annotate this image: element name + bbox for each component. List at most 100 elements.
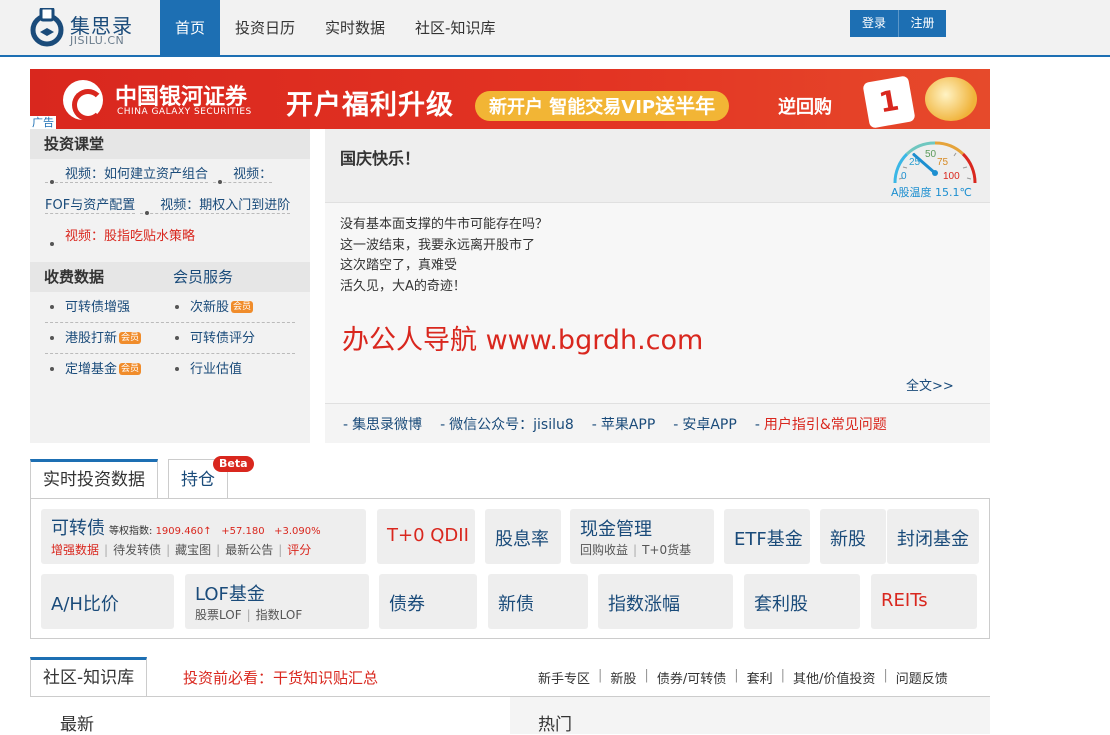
treasure-map-link[interactable]: 藏宝图: [175, 543, 211, 557]
sep: |: [780, 668, 785, 683]
ad-banner[interactable]: 中国银河证券 CHINA GALAXY SECURITIES 开户福利升级 新开…: [30, 69, 990, 129]
tab-realtime-data[interactable]: 实时投资数据: [30, 459, 158, 499]
tile-arbitrage[interactable]: 套利股: [744, 574, 860, 629]
convertible-links: 增强数据 | 待发转债 | 藏宝图 | 最新公告 | 评分: [51, 541, 311, 558]
category-link[interactable]: 其他/价值投资: [793, 668, 875, 687]
sep: |: [598, 668, 603, 683]
paid-item[interactable]: 定增基金 会员: [45, 354, 170, 385]
top-nav-bar: 集思录 JISILU.CN 首页 投资日历 实时数据 社区-知识库 登录 注册: [0, 0, 1110, 57]
tile-new-bonds[interactable]: 新债: [488, 574, 588, 629]
latest-title: 最新: [60, 715, 94, 735]
course-item[interactable]: 视频：如何建立资产组合: [45, 167, 209, 183]
member-service-link[interactable]: 会员服务: [173, 262, 233, 292]
realtime-data-panel: 可转债 等权指数: 1909.460↑ +57.180 +3.090% 增强数据 |…: [30, 498, 990, 639]
tile-label: LOF基金: [195, 584, 265, 605]
banner-brand-en: CHINA GALAXY SECURITIES: [117, 107, 252, 117]
banner-offer-text: 新开户 智能交易VIP: [489, 97, 656, 118]
course-item[interactable]: 视频：股指吃贴水策略: [45, 229, 195, 244]
wechat-link[interactable]: - 微信公众号：jisilu8: [440, 414, 574, 434]
convertible-bond-tile[interactable]: 可转债 等权指数: 1909.460↑ +57.180 +3.090% 增强数据 |…: [41, 509, 366, 564]
galaxy-logo-icon: [63, 80, 104, 121]
latest-column: 最新: [30, 697, 510, 735]
repo-yield-link[interactable]: 回购收益: [580, 543, 628, 557]
gauge-tick: 0: [901, 171, 907, 182]
nav-community[interactable]: 社区-知识库: [400, 0, 510, 57]
tile-ah-ratio[interactable]: A/H比价: [41, 574, 174, 629]
full-text-link[interactable]: 全文>>: [906, 375, 954, 394]
tile-closed-funds[interactable]: 封闭基金: [887, 509, 979, 564]
convertible-header: 可转债 等权指数: 1909.460↑ +57.180 +3.090%: [51, 514, 321, 540]
greeting: 国庆快乐！: [340, 149, 421, 168]
main-nav: 首页 投资日历 实时数据 社区-知识库: [160, 0, 510, 57]
tile-sub-links: 回购收益 | T+0货基: [580, 541, 691, 558]
tile-label: REITs: [881, 590, 928, 611]
convertible-title: 可转债: [51, 518, 105, 539]
index-change: +57.180: [221, 526, 265, 537]
android-app-link[interactable]: - 安卓APP: [673, 414, 737, 434]
register-button[interactable]: 注册: [898, 10, 946, 37]
category-link[interactable]: 新股: [610, 668, 636, 687]
index-value: 1909.460↑: [155, 526, 212, 537]
must-read-link[interactable]: 投资前必看：干货知识贴汇总: [183, 667, 378, 688]
link-label: 用户指引&常见问题: [763, 416, 887, 433]
news-item[interactable]: 没有基本面支撑的牛市可能存在吗？: [340, 217, 548, 232]
tab-holdings[interactable]: 持仓 Beta: [168, 456, 254, 499]
paid-data-row: 定增基金 会员 行业估值: [45, 354, 295, 385]
news-item[interactable]: 活久见，大A的奇迹！: [340, 279, 466, 294]
latest-notices-link[interactable]: 最新公告: [225, 543, 273, 557]
gauge-tick: 100: [943, 171, 960, 182]
index-lof-link[interactable]: 指数LOF: [256, 608, 303, 622]
enhanced-data-link[interactable]: 增强数据: [51, 543, 99, 557]
tab-community[interactable]: 社区-知识库: [30, 657, 148, 697]
site-logo[interactable]: 集思录 JISILU.CN: [30, 6, 140, 50]
member-badge: 会员: [231, 301, 254, 313]
rating-link[interactable]: 评分: [287, 543, 311, 557]
watermark-text: 办公人导航 www.bgrdh.com: [342, 325, 704, 356]
link-dash: -: [591, 416, 597, 433]
paid-data-row: 港股打新 会员 可转债评分: [45, 323, 295, 354]
weibo-link[interactable]: - 集思录微博: [343, 414, 422, 434]
tile-label: 套利股: [754, 594, 808, 615]
tile-dividend-yield[interactable]: 股息率: [485, 509, 561, 564]
category-link[interactable]: 债券/可转债: [657, 668, 726, 687]
tile-new-stocks[interactable]: 新股: [820, 509, 886, 564]
link-label: 安卓APP: [682, 416, 737, 433]
nav-realtime-data[interactable]: 实时数据: [310, 0, 400, 57]
nav-home[interactable]: 首页: [160, 0, 221, 57]
tile-label: 新股: [830, 529, 866, 550]
tile-label: T+0 QDII: [387, 525, 469, 546]
link-dash: -: [440, 416, 446, 433]
t0-money-fund-link[interactable]: T+0货基: [642, 543, 691, 557]
paid-item-label: 次新股: [190, 300, 230, 315]
paid-item[interactable]: 港股打新 会员: [45, 323, 170, 353]
tile-label: 新债: [498, 594, 534, 615]
login-button[interactable]: 登录: [850, 10, 898, 37]
tile-cash-management[interactable]: 现金管理 回购收益 | T+0货基: [570, 509, 714, 564]
news-item[interactable]: 这次踏空了，真难受: [340, 258, 457, 273]
tile-index-change[interactable]: 指数涨幅: [598, 574, 733, 629]
paid-item[interactable]: 可转债评分: [170, 323, 295, 353]
category-link[interactable]: 问题反馈: [896, 668, 948, 687]
paid-item[interactable]: 可转债增强: [45, 292, 170, 322]
tile-etf[interactable]: ETF基金: [724, 509, 810, 564]
tile-reits[interactable]: REITs: [871, 574, 977, 629]
news-item[interactable]: 这一波结束，我要永远离开股市了: [340, 238, 535, 253]
paid-item[interactable]: 行业估值: [170, 354, 295, 385]
tile-lof[interactable]: LOF基金 股票LOF | 指数LOF: [185, 574, 369, 629]
tile-t0-qdii[interactable]: T+0 QDII: [377, 509, 475, 564]
category-link[interactable]: 套利: [747, 668, 773, 687]
pending-bonds-link[interactable]: 待发转债: [113, 543, 161, 557]
stock-lof-link[interactable]: 股票LOF: [195, 608, 242, 622]
paid-item-label: 可转债评分: [190, 331, 256, 346]
category-link[interactable]: 新手专区: [538, 668, 590, 687]
sep: |: [734, 668, 739, 683]
banner-offer-strong: 送半年: [655, 94, 716, 118]
tile-sub-links: 股票LOF | 指数LOF: [195, 606, 302, 623]
nav-calendar[interactable]: 投资日历: [220, 0, 310, 57]
course-item[interactable]: 视频：期权入门到进阶: [140, 198, 291, 214]
tile-bonds[interactable]: 债券: [379, 574, 477, 629]
paid-data-grid: 可转债增强 次新股 会员 港股打新 会员 可转债评分 定增基金 会员 行业估值: [30, 292, 310, 385]
user-guide-link[interactable]: - 用户指引&常见问题: [755, 414, 887, 434]
ios-app-link[interactable]: - 苹果APP: [592, 414, 656, 434]
paid-item[interactable]: 次新股 会员: [170, 292, 295, 322]
